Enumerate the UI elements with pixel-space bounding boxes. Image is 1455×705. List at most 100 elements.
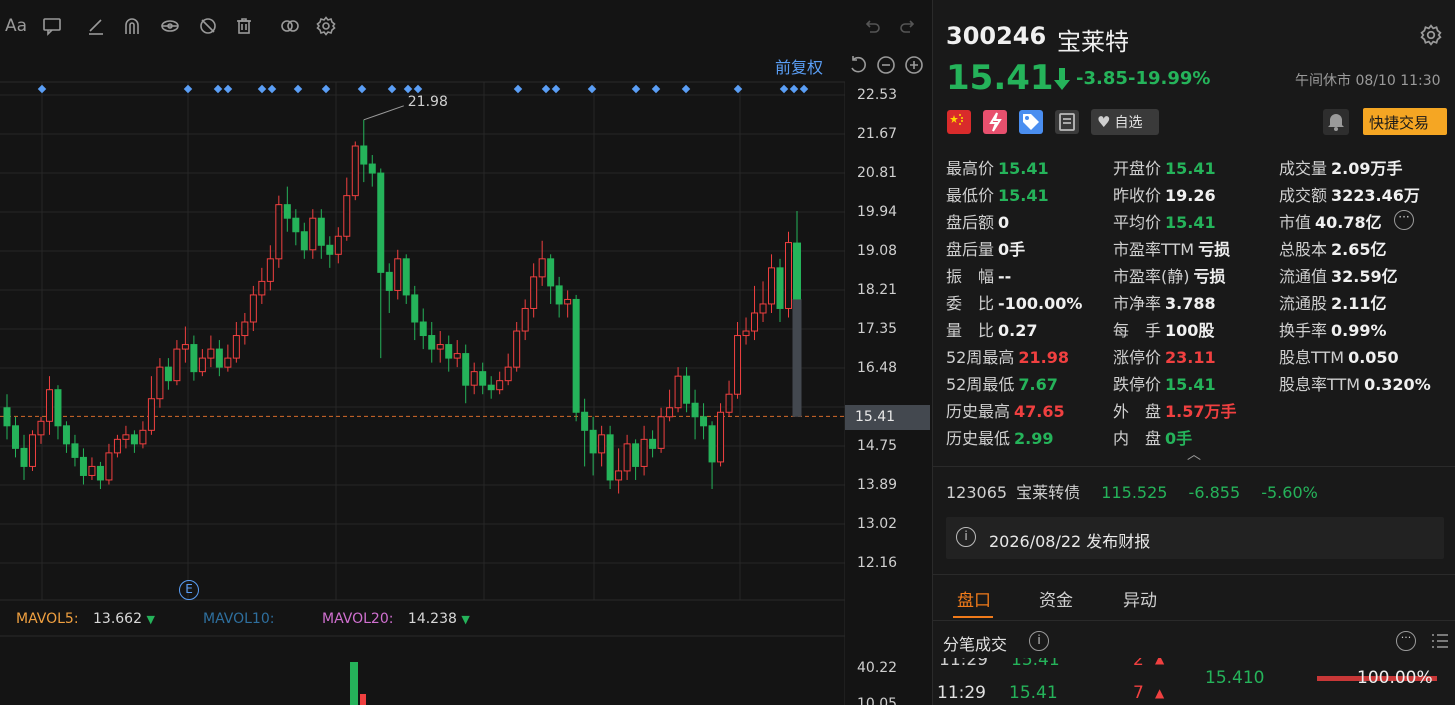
event-marker-dot [293,84,303,94]
candle-body [11,425,19,449]
stat-col2-9: 外 盘 1.57万手 [1113,398,1237,422]
candle-body [351,145,359,197]
tick-trades-title: 分笔成交 [943,635,1008,654]
list-icon[interactable] [1430,631,1450,651]
candle-body [683,375,691,404]
down-arrow-icon [1053,66,1071,92]
stat-value: 0手 [998,240,1026,259]
stat-value: 40.78亿 [1315,213,1382,232]
event-marker-dot [213,84,223,94]
price-tick: 13.89 [857,477,898,493]
stat-label: 跌停价 [1113,375,1162,394]
notes-icon[interactable] [1055,110,1079,134]
event-marker-dot [513,84,523,94]
event-marker-dot [551,84,561,94]
mavol5-dropdown-icon[interactable]: ▼ [146,613,154,626]
market-status: 午间休市 08/10 11:30 [1295,73,1441,89]
candle-body [309,217,317,251]
stat-value: 0.050 [1348,348,1399,367]
candle-body [462,353,470,386]
chart-area[interactable]: Aa 21.98 前复权 22.53 21.67 20.81 19.94 19.08 18… [0,0,930,705]
depth-percent: 100.00% [1357,668,1433,688]
stat-value: 100股 [1165,321,1215,340]
stat-value: 15.41 [1165,375,1216,394]
earnings-notice[interactable]: i 2026/08/22 发布财报 [946,517,1444,559]
candle-body [547,258,555,287]
candle-body [496,380,504,391]
collapse-caret-icon[interactable]: ︿ [1187,444,1201,464]
candle-body [343,195,351,237]
event-marker-dot [223,84,233,94]
candle-body [700,416,708,427]
candle-body [164,366,172,382]
candle-body [105,452,113,481]
candle-body [198,357,206,373]
price-tick: 16.48 [857,360,898,376]
candle-body [249,294,257,323]
stat-value: 15.41 [998,159,1049,178]
gear-icon[interactable] [1420,24,1442,46]
stat-label: 流通股 [1279,294,1328,313]
stat-value: 15.41 [1165,213,1216,232]
stat-col3-2: 市值 40.78亿 [1279,209,1382,233]
event-marker-dot [267,84,277,94]
stat-value: 3.788 [1165,294,1216,313]
stat-value: 47.65 [1014,402,1065,421]
candle-body [411,294,419,323]
quick-trade-button[interactable]: 快捷交易 [1363,108,1447,135]
stat-col1-3: 盘后量 0手 [946,236,1025,260]
candle-body [37,420,45,436]
china-flag-icon [947,110,971,134]
more-stats-icon[interactable]: ··· [1394,210,1414,230]
candlestick-chart[interactable]: 21.98 [0,0,845,705]
tab-funds[interactable]: 资金 [1039,586,1073,611]
stock-name: 宝莱特 [1057,28,1129,56]
candle-body [521,307,529,332]
price-adjust-toggle[interactable]: 前复权 [775,54,823,78]
stat-value: -100.00% [998,294,1083,313]
event-marker-dot [403,84,413,94]
stat-col1-2: 盘后额 0 [946,209,1009,233]
stat-col1-6: 量 比 0.27 [946,317,1038,341]
mavol20-dropdown-icon[interactable]: ▼ [461,613,469,626]
tab-alerts[interactable]: 异动 [1123,586,1157,611]
candle-body [394,258,402,291]
earnings-event-marker[interactable]: E [179,580,199,600]
more-icon[interactable]: ··· [1396,631,1416,651]
candle-body [156,366,164,400]
divider [933,620,1455,621]
stat-label: 盘后量 [946,240,995,259]
candle-body [657,416,665,449]
candle-body [232,335,240,359]
stat-label: 最高价 [946,159,995,178]
info-icon: i [956,527,976,547]
stat-label: 52周最高 [946,348,1015,367]
change-percent: -19.99% [1128,68,1211,89]
candle-body [54,389,62,427]
tag-icon [1019,110,1043,134]
candle-body [792,298,802,417]
stat-label: 成交额 [1279,186,1328,205]
stat-col2-0: 开盘价 15.41 [1113,155,1216,179]
alert-bell-button[interactable] [1323,109,1349,135]
add-watchlist-button[interactable]: ♥ 自选 [1091,109,1159,135]
stat-value: 2.65亿 [1331,240,1387,259]
convertible-bond-row[interactable]: 123065 宝莱转债 115.525 -6.855 -5.60% [946,479,1318,503]
price-tick: 14.75 [857,438,898,454]
stat-label: 总股本 [1279,240,1328,259]
event-marker-dot [789,84,799,94]
stat-label: 市净率 [1113,294,1162,313]
candle-body [122,434,130,440]
candle-body [572,298,580,413]
stat-col2-2: 平均价 15.41 [1113,209,1216,233]
stat-label: 历史最低 [946,429,1011,448]
stat-col1-5: 委 比 -100.00% [946,290,1082,314]
stat-value: 32.59亿 [1331,267,1398,286]
candle-body [402,258,410,296]
candle-body [173,348,181,382]
info-icon[interactable]: i [1029,631,1049,651]
event-marker-dot [733,84,743,94]
candle-body [241,321,249,337]
stat-label: 流通值 [1279,267,1328,286]
tab-orderbook[interactable]: 盘口 [957,586,991,611]
